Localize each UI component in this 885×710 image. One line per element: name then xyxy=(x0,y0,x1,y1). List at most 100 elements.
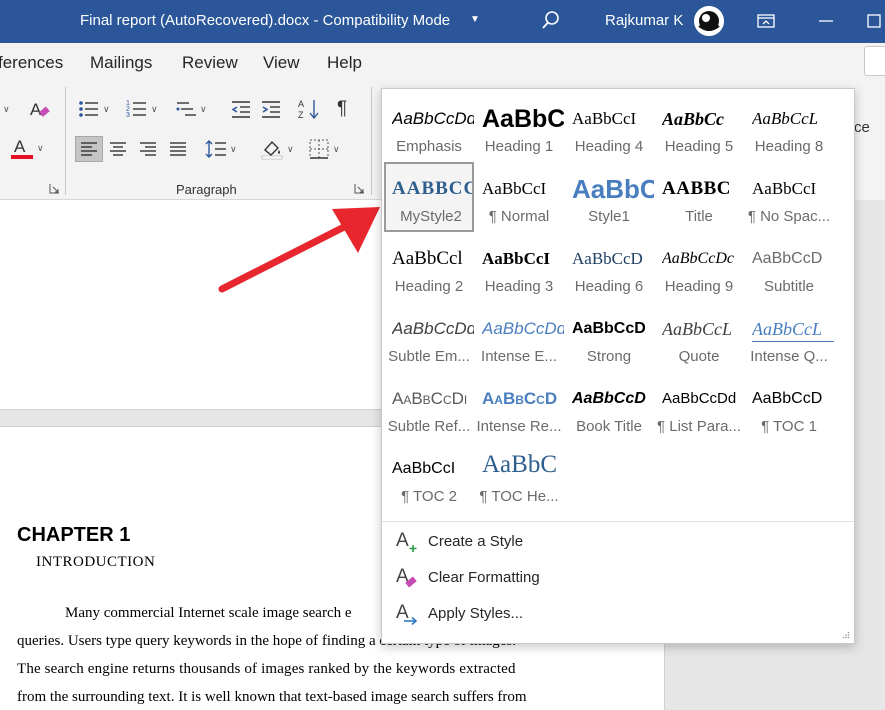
align-left-button[interactable] xyxy=(75,136,103,162)
tab-review[interactable]: Review xyxy=(182,53,238,73)
numbering-button[interactable]: 1 2 3 ∨ xyxy=(126,96,158,122)
title-dropdown-icon[interactable]: ▼ xyxy=(470,14,480,25)
style-heading-6[interactable]: AaBbCcD Heading 6 xyxy=(564,232,654,302)
style-normal[interactable]: AaBbCcI ¶ Normal xyxy=(474,162,564,232)
style-toc-1[interactable]: AaBbCcD ¶ TOC 1 xyxy=(744,372,834,442)
borders-button[interactable]: ∨ xyxy=(308,136,340,162)
document-title[interactable]: Final report (AutoRecovered).docx - Comp… xyxy=(80,12,450,29)
chevron-down-icon: ∨ xyxy=(37,142,44,153)
style-toc-heading[interactable]: AaBbC ¶ TOC He... xyxy=(474,442,564,512)
style-title[interactable]: AABBC Title xyxy=(654,162,744,232)
style-preview: AaBbC xyxy=(482,452,557,478)
decrease-indent-button[interactable] xyxy=(230,96,252,122)
style-preview: AaBbCcDd xyxy=(662,390,737,407)
style-name: Heading 6 xyxy=(574,278,644,295)
font-dialog-launcher-icon[interactable] xyxy=(49,183,60,194)
style-name: Subtle Ref... xyxy=(387,418,471,435)
increase-indent-button[interactable] xyxy=(260,96,282,122)
style-preview: AaBbCcl xyxy=(392,248,463,269)
align-left-icon xyxy=(81,142,97,156)
search-icon[interactable] xyxy=(540,9,562,33)
ribbon-display-icon[interactable] xyxy=(755,10,777,32)
style-quote[interactable]: AaBbCcL Quote xyxy=(654,302,744,372)
apply-styles-command[interactable]: A Apply Styles... xyxy=(396,599,523,627)
clear-formatting-icon: A xyxy=(396,566,417,588)
chapter-subheading: INTRODUCTION xyxy=(36,554,156,570)
style-heading-4[interactable]: AaBbCcI Heading 4 xyxy=(564,92,654,162)
bullets-button[interactable]: ∨ xyxy=(78,96,110,122)
body-line: The search engine returns thousands of i… xyxy=(17,661,516,677)
clear-formatting-command[interactable]: A Clear Formatting xyxy=(396,563,540,591)
chevron-down-icon: ∨ xyxy=(151,103,158,114)
shading-button[interactable]: ∨ xyxy=(260,136,294,162)
style-name: ¶ TOC He... xyxy=(479,488,559,505)
style-mystyle2[interactable]: AABBCC MyStyle2 xyxy=(384,162,474,232)
svg-text:A: A xyxy=(396,530,409,551)
sort-button[interactable]: A Z xyxy=(298,96,320,122)
style-subtitle[interactable]: AaBbCcD Subtitle xyxy=(744,232,834,302)
multilevel-list-button[interactable]: ∨ xyxy=(175,96,207,122)
chevron-down-icon: ∨ xyxy=(103,103,110,114)
line-spacing-button[interactable]: ∨ xyxy=(205,136,237,162)
numbering-icon: 1 2 3 xyxy=(126,100,146,119)
style-intense-quote[interactable]: AaBbCcL Intense Q... xyxy=(744,302,834,372)
style-name: ¶ No Spac... xyxy=(747,208,831,225)
style-heading-8[interactable]: AaBbCcL Heading 8 xyxy=(744,92,834,162)
style-subtle-reference[interactable]: AaBbCcDi Subtle Ref... xyxy=(384,372,474,442)
style-name: Heading 9 xyxy=(664,278,734,295)
style-list-paragraph[interactable]: AaBbCcDd ¶ List Para... xyxy=(654,372,744,442)
decrease-indent-icon xyxy=(231,101,250,118)
style-preview: AaBbCc xyxy=(662,109,725,129)
style-heading-9[interactable]: AaBbCcDc Heading 9 xyxy=(654,232,744,302)
style-name: ¶ TOC 2 xyxy=(401,488,457,505)
tab-mailings[interactable]: Mailings xyxy=(90,53,152,73)
style-toc-2[interactable]: AaBbCcI ¶ TOC 2 xyxy=(384,442,474,512)
clear-all-formatting-button[interactable]: A xyxy=(28,96,52,122)
svg-text:A: A xyxy=(298,99,304,109)
style-name: Strong xyxy=(586,348,632,365)
style-preview: AaBbCcD xyxy=(572,320,646,337)
style-preview: AaBbCcL xyxy=(662,319,732,339)
style-name: MyStyle2 xyxy=(400,208,462,225)
minimize-icon[interactable] xyxy=(815,10,837,32)
style-preview: AaBbCcI xyxy=(752,179,817,198)
style-strong[interactable]: AaBbCcD Strong xyxy=(564,302,654,372)
font-size-dropdown[interactable]: ∨ xyxy=(0,96,10,122)
tab-help[interactable]: Help xyxy=(327,53,362,73)
restore-icon[interactable] xyxy=(865,10,885,32)
show-formatting-button[interactable]: ¶ xyxy=(337,96,347,122)
justify-button[interactable] xyxy=(168,136,188,162)
tab-references[interactable]: ferences xyxy=(0,53,63,73)
svg-text:Z: Z xyxy=(298,110,304,120)
bullets-icon xyxy=(79,101,98,117)
style-preview: AaBbCcD xyxy=(572,249,643,268)
style-subtle-emphasis[interactable]: AaBbCcDd Subtle Em... xyxy=(384,302,474,372)
align-right-button[interactable] xyxy=(138,136,158,162)
user-name[interactable]: Rajkumar K xyxy=(605,12,683,29)
style-heading-1[interactable]: AaBbC Heading 1 xyxy=(474,92,564,162)
style-name: Subtitle xyxy=(763,278,815,295)
style-intense-emphasis[interactable]: AaBbCcDd Intense E... xyxy=(474,302,564,372)
style-heading-5[interactable]: AaBbCc Heading 5 xyxy=(654,92,744,162)
style-intense-reference[interactable]: AaBbCcD Intense Re... xyxy=(474,372,564,442)
style-preview: AaBbCcD xyxy=(752,250,823,267)
style-book-title[interactable]: AaBbCcD Book Title xyxy=(564,372,654,442)
style-heading-3[interactable]: AaBbCcI Heading 3 xyxy=(474,232,564,302)
style-preview: AaBbCcI xyxy=(482,249,551,268)
style-heading-2[interactable]: AaBbCcl Heading 2 xyxy=(384,232,474,302)
style-preview: AaBbCcDc xyxy=(662,250,734,267)
avatar[interactable] xyxy=(694,6,724,36)
style-emphasis[interactable]: AaBbCcDd Emphasis xyxy=(384,92,474,162)
dialog-launcher-icon[interactable] xyxy=(354,183,365,194)
ribbon-tabs: ferences Mailings Review View Help xyxy=(0,43,885,83)
font-color-button[interactable]: A ∨ xyxy=(10,135,44,161)
style-no-spacing[interactable]: AaBbCcI ¶ No Spac... xyxy=(744,162,834,232)
borders-icon xyxy=(309,139,329,159)
annotation-arrow xyxy=(218,207,380,293)
style-style1[interactable]: AaBbC Style1 xyxy=(564,162,654,232)
share-button[interactable] xyxy=(864,46,885,76)
align-center-button[interactable] xyxy=(108,136,128,162)
resize-grip-icon[interactable] xyxy=(842,631,850,639)
tab-view[interactable]: View xyxy=(263,53,300,73)
create-style-command[interactable]: A Create a Style xyxy=(396,527,523,555)
